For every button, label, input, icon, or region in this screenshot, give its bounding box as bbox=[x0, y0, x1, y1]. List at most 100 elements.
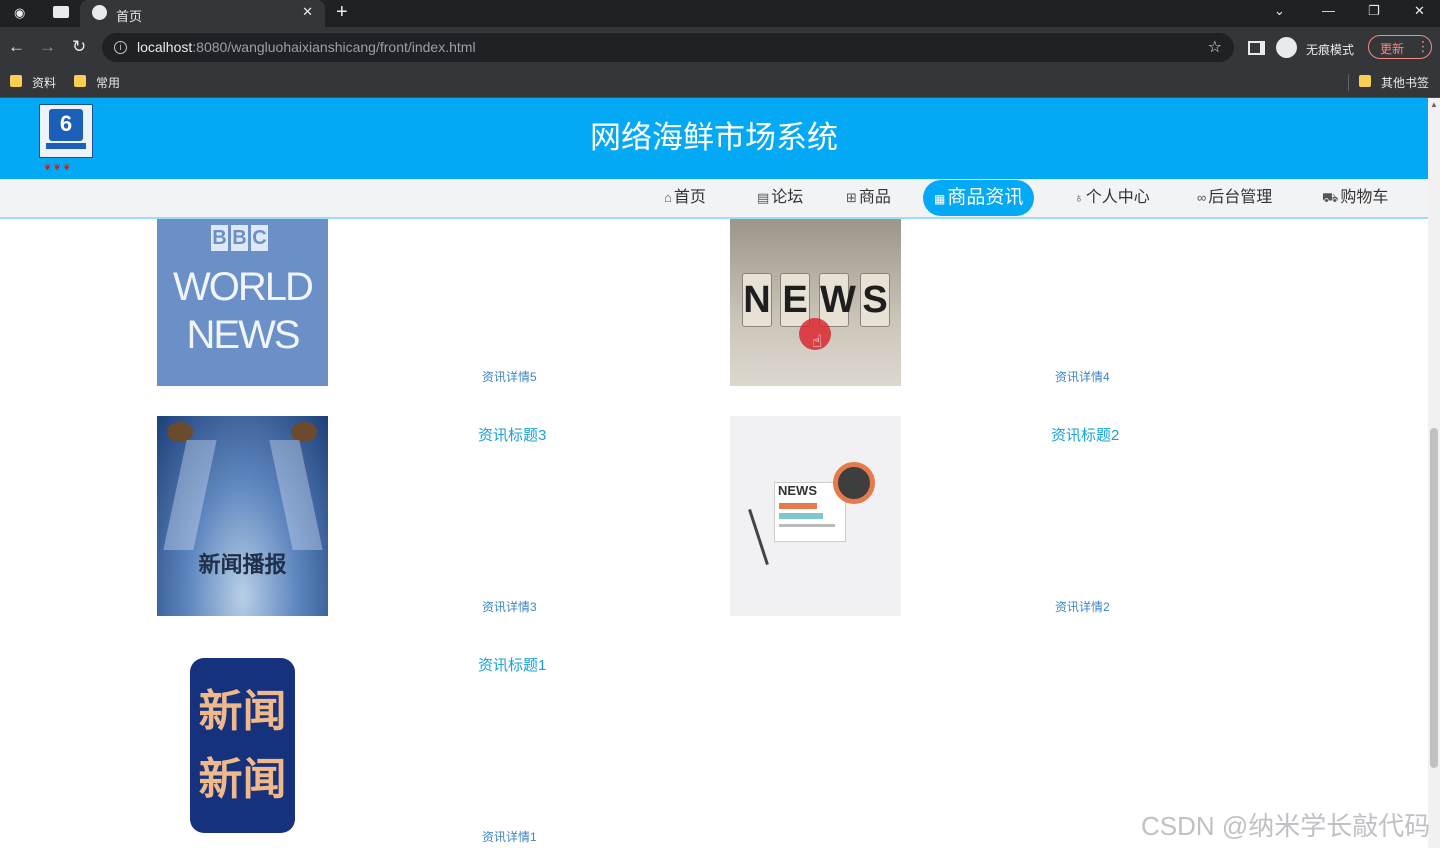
news-thumbnail[interactable]: BBC WORLD NEWS bbox=[157, 219, 328, 386]
browser-tab[interactable]: 首页 ✕ bbox=[80, 0, 325, 27]
url-host: localhost bbox=[137, 39, 193, 55]
site-title: 网络海鲜市场系统 bbox=[590, 120, 838, 155]
thumbnail-text: W bbox=[819, 273, 856, 327]
news-title-link[interactable]: 资讯标题3 bbox=[478, 424, 546, 445]
thumbnail-text: E bbox=[780, 273, 810, 327]
bookmark-label: 资料 bbox=[32, 76, 57, 90]
site-header: 6 ❦❦❦ 网络海鲜市场系统 bbox=[0, 98, 1428, 179]
nav-label: 个人中心 bbox=[1085, 189, 1150, 206]
coffee-cup-graphic bbox=[833, 462, 875, 504]
bookmark-star-icon[interactable]: ☆ bbox=[1208, 37, 1222, 57]
pencil-graphic bbox=[748, 508, 769, 566]
decor-bar bbox=[779, 524, 835, 527]
side-panel-icon[interactable] bbox=[1248, 41, 1265, 55]
bookmark-label: 其他书签 bbox=[1381, 76, 1430, 90]
nav-label: 商品 bbox=[858, 189, 891, 206]
news-detail-link[interactable]: 资讯详情1 bbox=[482, 828, 537, 845]
news-detail-link[interactable]: 资讯详情4 bbox=[1055, 368, 1110, 385]
light-beam-graphic bbox=[163, 440, 217, 550]
nav-label: 商品资讯 bbox=[947, 187, 1024, 208]
thumbnail-text: NEWS bbox=[186, 313, 301, 357]
browser-tabbar: ◉ 首页 ✕ + ⌄ — ❐ ✕ bbox=[0, 0, 1440, 27]
reload-icon[interactable]: ↻ bbox=[72, 37, 86, 57]
thumbnail-text: N bbox=[742, 273, 772, 327]
forward-icon[interactable]: → bbox=[39, 37, 56, 57]
thumbnail-text: WORLD bbox=[173, 265, 314, 309]
incognito-icon bbox=[1276, 37, 1297, 58]
news-detail-link[interactable]: 资讯详情3 bbox=[482, 598, 537, 615]
cart-icon: ⛟ bbox=[1322, 190, 1339, 205]
pointer-hand-icon: ☝ bbox=[812, 332, 823, 351]
nav-label: 首页 bbox=[673, 189, 706, 206]
close-tab-icon[interactable]: ✕ bbox=[302, 4, 313, 20]
incognito-label: 无痕模式 bbox=[1306, 43, 1355, 57]
new-tab-icon[interactable]: + bbox=[336, 1, 348, 23]
bookmark-label: 常用 bbox=[96, 76, 121, 90]
address-row: ← → ↻ i localhost:8080/wangluohaixianshi… bbox=[0, 27, 1440, 68]
tab-search-icon[interactable] bbox=[53, 6, 69, 18]
address-bar[interactable]: i localhost:8080/wangluohaixianshicang/f… bbox=[102, 33, 1234, 62]
watermark: CSDN @纳米学长敲代码 bbox=[1141, 811, 1431, 841]
news-thumbnail[interactable]: NEWS bbox=[730, 416, 901, 616]
news-title-link[interactable]: 资讯标题1 bbox=[478, 654, 546, 675]
scroll-up-icon[interactable]: ▲ bbox=[1430, 100, 1438, 109]
chevron-down-icon[interactable]: ⌄ bbox=[1274, 3, 1285, 19]
nav-goods-news[interactable]: ▦ 商品资讯 bbox=[923, 180, 1035, 216]
thumbnail-text: S bbox=[860, 273, 890, 327]
scrollbar-thumb[interactable] bbox=[1430, 428, 1438, 768]
minimize-icon[interactable]: — bbox=[1322, 3, 1335, 18]
news-detail-link[interactable]: 资讯详情2 bbox=[1055, 598, 1110, 615]
link-icon: ∞ bbox=[1197, 190, 1207, 205]
news-thumbnail[interactable]: 新闻播报 bbox=[157, 416, 328, 616]
thumbnail-text: 新闻 bbox=[198, 687, 287, 736]
nav-admin[interactable]: ∞ 后台管理 bbox=[1197, 180, 1272, 216]
news-thumbnail[interactable]: N E W S bbox=[730, 219, 901, 386]
logo-caption-graphic: ❦❦❦ bbox=[44, 162, 73, 172]
nav-user-center[interactable]: ♁ 个人中心 bbox=[1074, 180, 1150, 216]
bookmark-separator bbox=[1348, 74, 1349, 91]
spotlight-graphic bbox=[167, 422, 193, 442]
user-icon: ♁ bbox=[1074, 190, 1084, 205]
info-icon[interactable]: i bbox=[114, 41, 127, 54]
news-app-logo: 新闻 新闻 bbox=[190, 658, 295, 833]
decor-bar bbox=[779, 503, 817, 509]
update-label: 更新 bbox=[1380, 42, 1405, 56]
nav-forum[interactable]: ▤ 论坛 bbox=[757, 180, 803, 216]
news-icon: ▦ bbox=[934, 192, 946, 206]
thumbnail-text: 新闻播报 bbox=[198, 552, 287, 577]
nav-cart[interactable]: ⛟ 购物车 bbox=[1322, 180, 1388, 216]
news-detail-link[interactable]: 资讯详情5 bbox=[482, 368, 537, 385]
light-beam-graphic bbox=[269, 440, 323, 550]
thumbnail-text: B bbox=[231, 225, 248, 251]
thumbnail-text: 新闻 bbox=[198, 755, 287, 804]
page-scrollbar[interactable]: ▲ bbox=[1428, 98, 1440, 848]
browser-menu-icon[interactable]: ◉ bbox=[14, 5, 25, 21]
nav-label: 购物车 bbox=[1340, 189, 1389, 206]
restore-icon[interactable]: ❐ bbox=[1368, 3, 1380, 19]
bookmarks-bar: 资料 常用 其他书签 bbox=[0, 68, 1440, 98]
window-close-icon[interactable]: ✕ bbox=[1414, 3, 1425, 19]
url-path: :8080/wangluohaixianshicang/front/index.… bbox=[192, 39, 476, 55]
more-menu-icon[interactable]: ⋮ bbox=[1416, 38, 1430, 54]
news-title-link[interactable]: 资讯标题2 bbox=[1051, 424, 1119, 445]
main-nav: ⌂ 首页 ▤ 论坛 ⊞ 商品 ▦ 商品资讯 ♁ 个人中心 ∞ 后台管理 ⛟ 购物车 bbox=[0, 179, 1428, 219]
nav-label: 后台管理 bbox=[1208, 189, 1273, 206]
forum-icon: ▤ bbox=[757, 190, 770, 205]
folder-icon bbox=[1359, 75, 1371, 87]
globe-icon bbox=[92, 5, 107, 20]
nav-label: 论坛 bbox=[771, 189, 804, 206]
nav-home[interactable]: ⌂ 首页 bbox=[664, 180, 706, 216]
nav-goods[interactable]: ⊞ 商品 bbox=[846, 180, 891, 216]
gift-icon: ⊞ bbox=[846, 190, 857, 205]
spotlight-graphic bbox=[291, 422, 317, 442]
news-thumbnail[interactable]: 新闻 新闻 bbox=[157, 646, 328, 848]
update-button[interactable]: 更新 ⋮ bbox=[1368, 35, 1432, 59]
decor-bar bbox=[779, 513, 823, 519]
home-icon: ⌂ bbox=[664, 190, 672, 205]
thumbnail-text: C bbox=[251, 225, 268, 251]
back-icon[interactable]: ← bbox=[8, 37, 25, 57]
tab-title: 首页 bbox=[116, 9, 143, 24]
bbc-logo: BBC bbox=[211, 225, 271, 251]
folder-icon bbox=[10, 75, 22, 87]
url-text[interactable]: localhost:8080/wangluohaixianshicang/fro… bbox=[137, 39, 476, 55]
